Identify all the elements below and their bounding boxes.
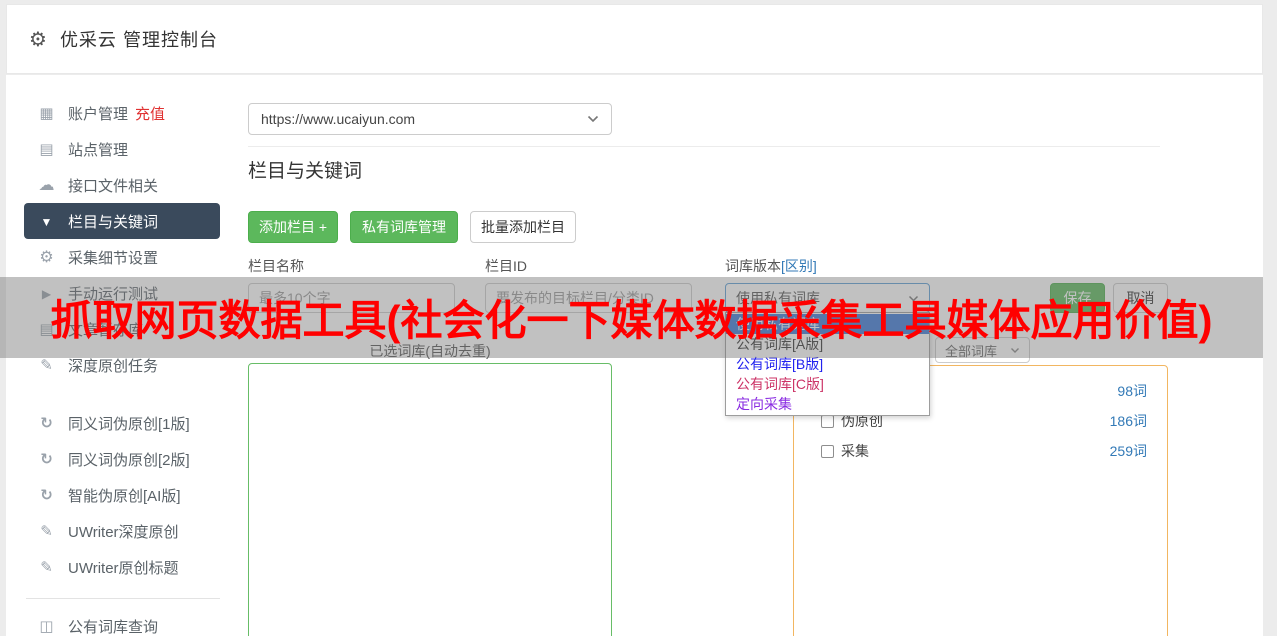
column-name-label: 栏目名称 — [248, 258, 304, 274]
edit-icon — [38, 558, 55, 576]
add-column-button[interactable]: 添加栏目 + — [248, 211, 338, 243]
app-title: 优采云 管理控制台 — [59, 30, 218, 50]
selected-lib-box — [248, 363, 612, 636]
batch-add-button[interactable]: 批量添加栏目 — [470, 211, 576, 243]
book-icon — [38, 617, 55, 635]
sidebar-item-label: 同义词伪原创[2版] — [68, 451, 190, 469]
sidebar-item-interface-files[interactable]: 接口文件相关 — [24, 167, 220, 203]
dropdown-option-public-c[interactable]: 公有词库[C版] — [726, 374, 929, 394]
sidebar-item-label: 栏目与关键词 — [68, 213, 159, 231]
refresh-icon — [38, 414, 55, 432]
vocab-diff-link[interactable]: [区别] — [781, 258, 817, 274]
sidebar-item-label: 接口文件相关 — [68, 177, 159, 195]
sidebar: 账户管理 充值 站点管理 接口文件相关 栏目与关键词 采集细节设置 手动运行测试… — [6, 95, 238, 636]
sidebar-item-columns-keywords[interactable]: 栏目与关键词 — [24, 203, 220, 239]
checkbox[interactable] — [821, 414, 834, 428]
cloud-upload-icon — [38, 175, 55, 195]
vocab-version-label: 词库版本[区别] — [725, 256, 817, 276]
gear-icon: ⚙ — [29, 28, 47, 51]
sidebar-item-public-lib-query[interactable]: 公有词库查询 — [24, 608, 220, 636]
sidebar-item-label: UWriter原创标题 — [68, 559, 179, 577]
sidebar-item-uwriter-deep[interactable]: UWriter深度原创 — [24, 513, 220, 549]
dropdown-option-targeted[interactable]: 定向采集 — [726, 394, 929, 414]
sidebar-item-collect-settings[interactable]: 采集细节设置 — [24, 239, 220, 275]
app-header: ⚙ 优采云 管理控制台 — [6, 4, 1263, 74]
site-url-value: https://www.ucaiyun.com — [261, 111, 416, 127]
gears-icon — [38, 247, 55, 267]
sidebar-item-label: 站点管理 — [68, 141, 129, 159]
recharge-link[interactable]: 充值 — [135, 103, 165, 124]
wordbank-count: 259词 — [1109, 443, 1147, 459]
server-icon — [38, 140, 55, 158]
column-id-label: 栏目ID — [485, 258, 527, 274]
sidebar-item-label: 账户管理 — [68, 105, 129, 123]
sidebar-item-account[interactable]: 账户管理 充值 — [24, 95, 220, 131]
sidebar-item-label: 同义词伪原创[1版] — [68, 415, 190, 433]
sidebar-item-sites[interactable]: 站点管理 — [24, 131, 220, 167]
private-lib-button[interactable]: 私有词库管理 — [350, 211, 458, 243]
sidebar-item-label: 采集细节设置 — [68, 249, 159, 267]
edit-icon — [38, 522, 55, 540]
page-title: 栏目与关键词 — [248, 161, 363, 182]
sidebar-item-uwriter-title[interactable]: UWriter原创标题 — [24, 549, 220, 585]
sidebar-item-label: UWriter深度原创 — [68, 523, 179, 541]
wordbank-count: 186词 — [1109, 413, 1147, 429]
chevron-down-icon — [587, 115, 599, 123]
funnel-icon — [38, 213, 55, 230]
overlay-band — [0, 277, 1263, 358]
edit-icon — [38, 356, 55, 374]
sidebar-item-ai-rewrite[interactable]: 智能伪原创[AI版] — [24, 477, 220, 513]
app-root: ⚙ 优采云 管理控制台 账户管理 充值 站点管理 接口文件相关 栏目与关键词 采… — [0, 0, 1277, 636]
wordbank-label: 采集 — [841, 443, 869, 459]
wordbank-count: 98词 — [1117, 383, 1147, 399]
site-url-select[interactable]: https://www.ucaiyun.com — [248, 103, 612, 135]
sidebar-item-synonym-v1[interactable]: 同义词伪原创[1版] — [24, 405, 220, 441]
refresh-icon — [38, 450, 55, 468]
divider — [248, 146, 1160, 147]
vocab-version-text: 词库版本 — [725, 258, 781, 274]
sidebar-divider — [26, 598, 220, 599]
refresh-icon — [38, 486, 55, 504]
wordbank-row: 采集 259词 — [821, 442, 1147, 460]
checkbox[interactable] — [821, 444, 834, 458]
sidebar-item-label: 公有词库查询 — [68, 618, 159, 636]
sidebar-item-label: 智能伪原创[AI版] — [68, 487, 181, 505]
bar-chart-icon — [38, 104, 55, 122]
sidebar-item-synonym-v2[interactable]: 同义词伪原创[2版] — [24, 441, 220, 477]
